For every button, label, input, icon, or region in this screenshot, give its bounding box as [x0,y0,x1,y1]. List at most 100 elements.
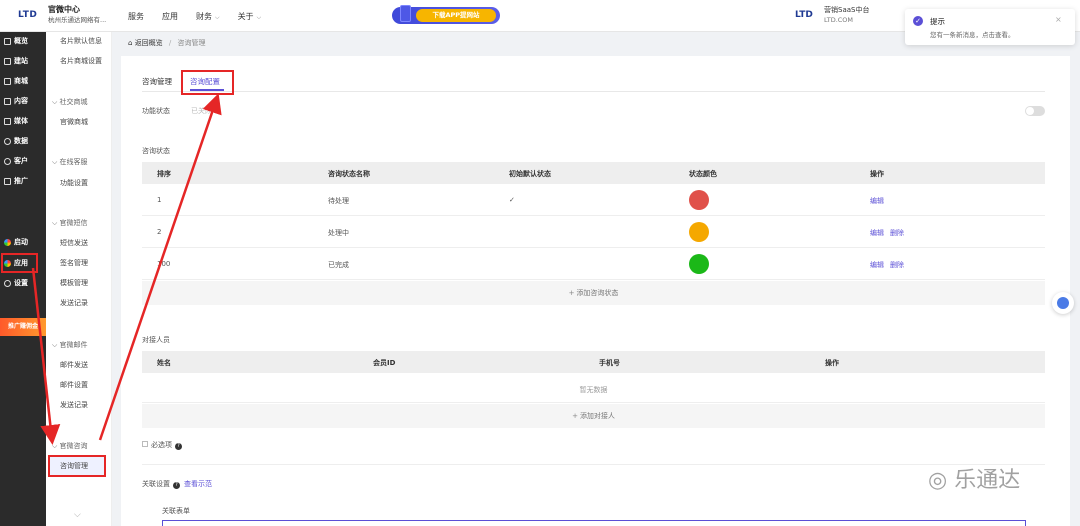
saas-link[interactable]: 营销SaaS中台 LTD.COM [824,5,869,25]
subnav-item[interactable]: 官微商城 [60,117,88,127]
saas-logo[interactable]: LTD [795,10,813,20]
apps-icon [4,259,11,267]
close-icon[interactable]: × [1055,15,1062,24]
subnav-item[interactable]: 邮件设置 [60,380,88,390]
cell-name: 待处理 [328,197,349,205]
table-header: 排序 咨询状态名称 初始默认状态 状态颜色 操作 [142,162,1045,184]
table-row: 1 待处理 ✓ 编辑 [142,184,1045,216]
related-form-label: 关联表单 [162,507,190,515]
column-header: 操作 [870,170,884,178]
required-checkbox[interactable] [142,441,148,447]
sidebar-item-promote[interactable]: 推广 [4,176,28,186]
gear-icon [4,279,11,287]
subnav-group[interactable]: ⌵ 官微咨询 [52,441,88,451]
sidebar-item-content[interactable]: 内容 [4,96,28,106]
brand-subtitle: 杭州乐通达网络有... [48,16,107,24]
subnav-item[interactable]: 名片商城设置 [60,56,102,66]
subnav-group[interactable]: ⌵ 官微邮件 [52,340,88,350]
edit-button[interactable]: 编辑 [870,228,884,238]
cell-order: 100 [157,260,171,268]
column-header: 初始默认状态 [509,170,551,178]
brand-title: 官微中心 [48,5,80,14]
empty-row: 暂无数据 [142,373,1045,403]
sidebar-item-media[interactable]: 媒体 [4,116,28,126]
column-header: 操作 [825,359,839,367]
overview-icon [4,37,11,45]
user-icon [4,157,11,165]
related-form-input[interactable] [162,520,1026,526]
help-icon[interactable]: ? [173,482,180,489]
subnav-item[interactable]: 名片默认信息 [60,36,102,46]
subnav-item[interactable]: 签名管理 [60,258,88,268]
tab-consult-management[interactable]: 咨询管理 [142,76,172,87]
subnav-item[interactable]: 模板管理 [60,278,88,288]
download-app-banner[interactable]: 下载APP提网站 [392,5,500,24]
view-example-link[interactable]: 查看示范 [184,479,212,489]
function-status-toggle[interactable] [1025,106,1045,116]
help-icon[interactable]: ? [175,443,182,450]
subnav-item[interactable]: 发送记录 [60,298,88,308]
subnav-item[interactable]: 邮件发送 [60,360,88,370]
breadcrumb-back[interactable]: 返回概览 [135,39,163,47]
top-nav: 服务 应用 财务 ⌵ 关于 ⌵ [128,11,261,22]
sidebar-item-settings[interactable]: 设置 [4,278,28,288]
home-icon [4,57,11,65]
plus-icon: + [568,289,575,297]
nav-finance[interactable]: 财务 ⌵ [196,11,220,22]
nav-service[interactable]: 服务 [128,11,144,22]
subnav-item[interactable]: 发送记录 [60,400,88,410]
column-header: 姓名 [157,359,171,367]
sidebar-item-shop[interactable]: 商城 [4,76,28,86]
subnav-item-consult-management[interactable]: 咨询管理 [60,461,88,471]
subnav-group[interactable]: ⌵ 社交商城 [52,97,88,107]
edit-button[interactable]: 编辑 [870,260,884,270]
chevron-down-icon[interactable]: ⌵ [74,510,81,520]
sidebar-item-launch[interactable]: 启动 [4,237,28,247]
highlight-box [181,70,234,95]
status-color-swatch[interactable] [689,254,709,274]
table-header: 姓名 会员ID 手机号 操作 [142,351,1045,373]
edit-button[interactable]: 编辑 [870,196,884,206]
subnav-item[interactable]: 短信发送 [60,238,88,248]
sidebar-item-customer[interactable]: 客户 [4,156,28,166]
table-row: 2 处理中 编辑 删除 [142,216,1045,248]
subnav-group[interactable]: ⌵ 官微短信 [52,218,88,228]
sidebar-item-apps[interactable]: 应用 [4,258,28,268]
status-color-swatch[interactable] [689,190,709,210]
brand[interactable]: 官微中心 杭州乐通达网络有... [48,5,106,25]
sidebar-item-overview[interactable]: 概览 [4,36,28,46]
subnav-group[interactable]: ⌵ 在线客服 [52,157,88,167]
toast-message[interactable]: 您有一条新消息，点击查看。 [930,29,1015,39]
customer-service-icon[interactable] [1052,292,1074,314]
promo-badge[interactable]: 推广赚佣金 [0,318,46,336]
breadcrumb: ⌂ 返回概览 / 咨询管理 [128,39,206,47]
add-consult-status-button[interactable]: + 添加咨询状态 [142,281,1045,305]
logo[interactable]: LTD [18,10,37,20]
download-app-button[interactable]: 下载APP提网站 [416,9,496,22]
chevron-down-icon: ⌵ [256,14,262,21]
cell-order: 1 [157,196,162,204]
divider [142,464,1045,465]
subnav-item[interactable]: 功能设置 [60,178,88,188]
check-icon: ✓ [509,196,515,204]
nav-apps[interactable]: 应用 [162,11,178,22]
delete-button[interactable]: 删除 [890,228,904,238]
cell-order: 2 [157,228,162,236]
status-color-swatch[interactable] [689,222,709,242]
cell-name: 已完成 [328,261,349,269]
delete-button[interactable]: 删除 [890,260,904,270]
notification-toast[interactable]: ✓ 提示 您有一条新消息，点击查看。 × [905,9,1075,45]
watermark: ◎ 乐通达 [928,468,1021,493]
saas-title: 营销SaaS中台 [824,6,870,14]
sidebar-item-site[interactable]: 建站 [4,56,28,66]
tab-divider [142,91,1045,92]
sidebar-item-data[interactable]: 数据 [4,136,28,146]
related-settings-label: 关联设置? [142,479,180,489]
table-row: 100 已完成 编辑 删除 [142,248,1045,280]
add-contact-button[interactable]: + 添加对接人 [142,404,1045,428]
main-sidebar: 概览 建站 商城 内容 媒体 数据 客户 推广 启动 应用 设置 推广赚佣金 [0,32,46,526]
empty-text: 暂无数据 [579,386,608,394]
document-icon [4,97,11,105]
column-header: 手机号 [599,359,620,367]
nav-about[interactable]: 关于 ⌵ [238,11,262,22]
